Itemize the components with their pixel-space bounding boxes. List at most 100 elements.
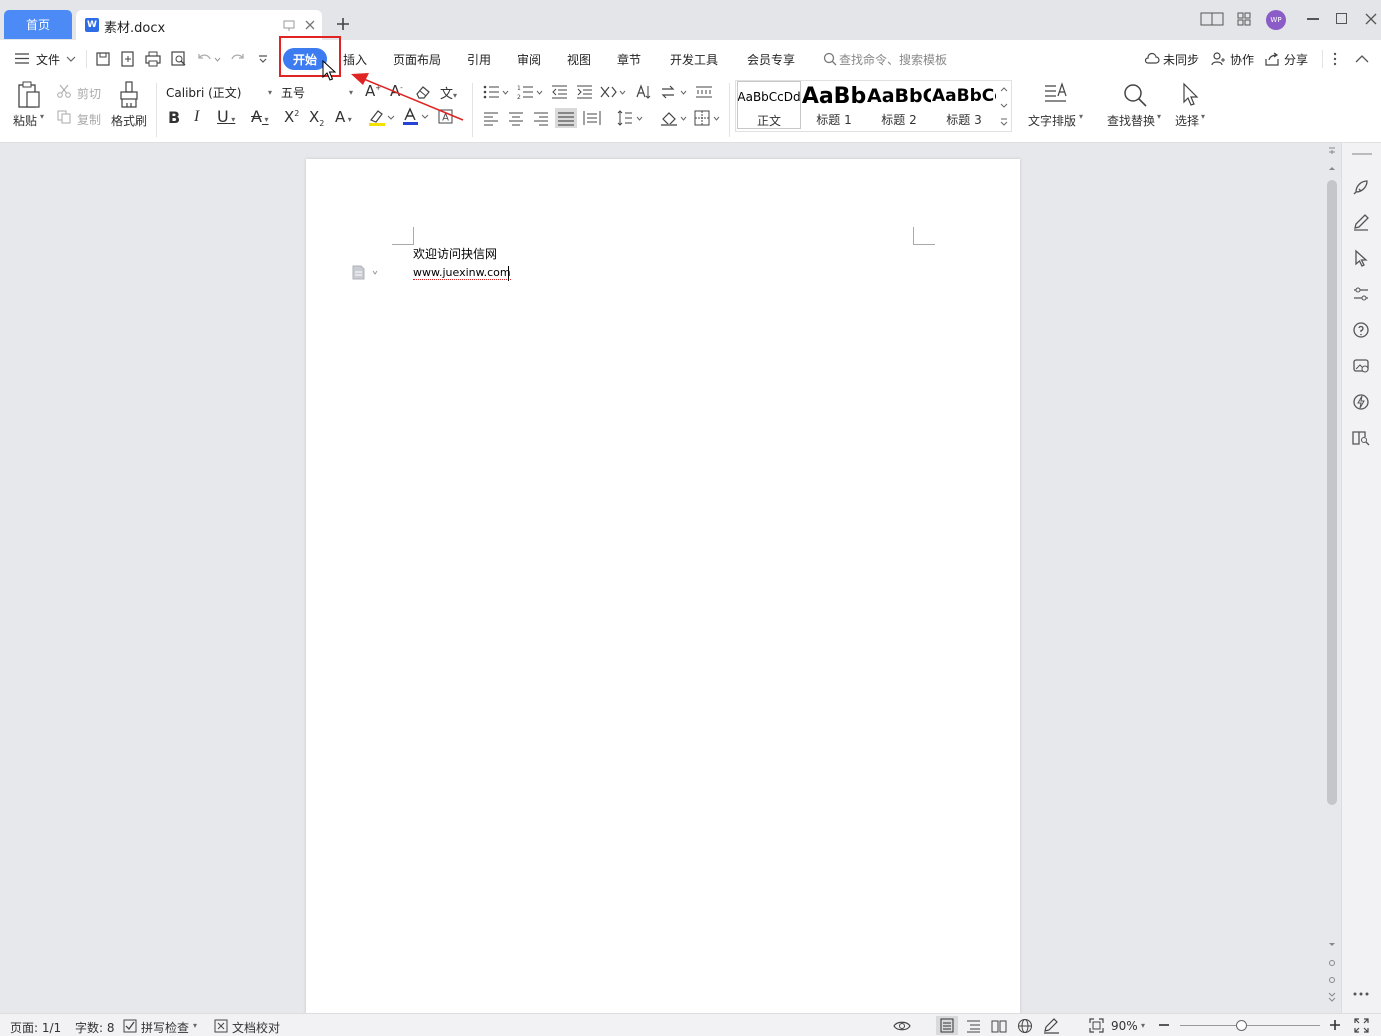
spellcheck-button[interactable]: 拼写检查 — [141, 1019, 189, 1036]
pointer-select-icon[interactable] — [1352, 249, 1370, 267]
paste-icon[interactable] — [17, 81, 41, 109]
shading-icon[interactable] — [660, 110, 688, 127]
help-icon[interactable] — [1352, 321, 1370, 339]
find-replace-icon[interactable] — [1122, 82, 1148, 108]
select-cursor-icon[interactable] — [1180, 82, 1200, 108]
collapse-ribbon-icon[interactable] — [1355, 54, 1369, 63]
find-replace-button[interactable]: 查找替换 — [1107, 112, 1155, 129]
print-preview-icon[interactable] — [171, 51, 187, 67]
reading-view-icon[interactable] — [991, 1019, 1007, 1033]
close-tab-icon[interactable] — [303, 18, 317, 32]
borders-icon[interactable] — [694, 110, 722, 126]
zoom-in-icon[interactable] — [1329, 1019, 1341, 1031]
decrease-indent-icon[interactable] — [551, 84, 568, 100]
paste-dropdown-icon[interactable]: ▾ — [40, 112, 44, 121]
style-heading-1[interactable]: AaBb 标题 1 — [802, 81, 866, 129]
styles-scroll-icon[interactable] — [998, 82, 1010, 128]
paste-button[interactable]: 粘贴 — [13, 112, 37, 129]
settings-sliders-icon[interactable] — [1352, 285, 1370, 303]
customize-toolbar-icon[interactable] — [258, 54, 268, 64]
undo-icon[interactable] — [196, 51, 222, 67]
line-spacing-icon[interactable] — [616, 110, 644, 126]
justify-icon[interactable] — [555, 108, 577, 128]
file-menu[interactable]: 文件 — [36, 51, 60, 68]
book-search-icon[interactable] — [1352, 429, 1370, 447]
zoom-slider-thumb[interactable] — [1236, 1020, 1247, 1031]
align-center-icon[interactable] — [508, 110, 524, 126]
sort-icon[interactable] — [660, 84, 688, 100]
subscript-icon[interactable]: X2 — [309, 108, 324, 128]
scroll-down-icon[interactable] — [1327, 940, 1337, 1006]
more-horizontal-icon[interactable] — [1352, 985, 1370, 1003]
reading-layout-icon[interactable] — [1200, 12, 1224, 26]
distributed-align-icon[interactable] — [583, 110, 601, 126]
redo-icon[interactable] — [230, 51, 246, 67]
more-options-icon[interactable] — [1333, 51, 1337, 67]
bullet-list-icon[interactable] — [483, 84, 509, 100]
align-right-icon[interactable] — [533, 110, 549, 126]
format-painter-icon[interactable] — [119, 81, 139, 109]
web-view-icon[interactable] — [1017, 1018, 1033, 1034]
document-page[interactable] — [306, 159, 1020, 1019]
print-icon[interactable] — [145, 51, 161, 67]
grid-apps-icon[interactable] — [1237, 12, 1251, 26]
underline-icon[interactable]: U ▾ — [217, 107, 235, 126]
text-direction-icon[interactable] — [635, 84, 652, 100]
zoom-out-icon[interactable] — [1158, 1019, 1170, 1031]
hamburger-menu-icon[interactable] — [15, 53, 29, 64]
zoom-slider-track[interactable] — [1180, 1025, 1320, 1026]
text-layout-button[interactable]: 文字排版 — [1028, 112, 1076, 129]
scroll-up-icon[interactable] — [1327, 146, 1337, 174]
paragraph-layout-icon[interactable] — [352, 265, 380, 280]
word-count[interactable]: 字数: 8 — [75, 1019, 115, 1036]
font-name-select[interactable]: Calibri (正文) ▾ — [162, 82, 276, 102]
spellcheck-dropdown-icon[interactable]: ▾ — [193, 1021, 197, 1030]
document-line-2[interactable]: www.juexinw.com — [413, 266, 511, 280]
text-layout-dropdown-icon[interactable]: ▾ — [1079, 112, 1083, 121]
zoom-level[interactable]: 90% — [1111, 1019, 1138, 1033]
write-mode-icon[interactable] — [1043, 1018, 1060, 1034]
tab-chapter[interactable]: 章节 — [617, 51, 641, 68]
superscript-icon[interactable]: X2 — [284, 108, 299, 126]
new-tab-icon[interactable] — [335, 16, 351, 32]
scrollbar-thumb[interactable] — [1327, 180, 1337, 805]
share-button[interactable]: 分享 — [1284, 51, 1308, 68]
document-line-1[interactable]: 欢迎访问抉信网 — [413, 245, 497, 262]
style-heading-2[interactable]: AaBbC 标题 2 — [867, 81, 931, 129]
cut-button[interactable]: 剪切 — [77, 85, 101, 102]
style-normal[interactable]: AaBbCcDd 正文 — [737, 81, 801, 129]
italic-icon[interactable]: I — [194, 108, 199, 126]
export-pdf-icon[interactable] — [120, 51, 136, 67]
image-tools-icon[interactable] — [1352, 357, 1370, 375]
find-replace-dropdown-icon[interactable]: ▾ — [1157, 112, 1161, 121]
fullscreen-icon[interactable] — [1354, 1018, 1369, 1033]
close-window-icon[interactable] — [1364, 12, 1378, 26]
minimize-icon[interactable] — [1307, 18, 1319, 20]
select-button[interactable]: 选择 — [1175, 112, 1199, 129]
tab-view[interactable]: 视图 — [567, 51, 591, 68]
outline-view-icon[interactable] — [966, 1019, 981, 1033]
page-count[interactable]: 页面: 1/1 — [10, 1019, 61, 1036]
rocket-icon[interactable] — [1352, 178, 1370, 196]
page-view-icon[interactable] — [940, 1018, 954, 1033]
chevron-down-icon[interactable] — [66, 55, 76, 63]
align-left-icon[interactable] — [483, 110, 499, 126]
text-layout-icon[interactable] — [1044, 82, 1070, 108]
sync-status[interactable]: 未同步 — [1163, 51, 1199, 68]
select-dropdown-icon[interactable]: ▾ — [1201, 112, 1205, 121]
home-tab[interactable]: 首页 — [4, 10, 72, 39]
command-search-input[interactable]: 查找命令、搜索模板 — [839, 51, 947, 68]
collaborate-button[interactable]: 协作 — [1230, 51, 1254, 68]
tab-developer[interactable]: 开发工具 — [670, 51, 718, 68]
bold-icon[interactable]: B — [168, 108, 180, 127]
pin-tab-icon[interactable] — [282, 18, 296, 32]
maximize-icon[interactable] — [1336, 13, 1347, 24]
tab-review[interactable]: 审阅 — [517, 51, 541, 68]
fit-page-icon[interactable] — [1089, 1018, 1104, 1033]
user-avatar[interactable]: WP — [1266, 10, 1286, 30]
numbered-list-icon[interactable]: 12 — [517, 84, 543, 100]
increase-indent-icon[interactable] — [576, 84, 593, 100]
eye-protection-icon[interactable] — [893, 1019, 911, 1033]
save-icon[interactable] — [95, 51, 111, 67]
pen-icon[interactable] — [1352, 213, 1370, 231]
